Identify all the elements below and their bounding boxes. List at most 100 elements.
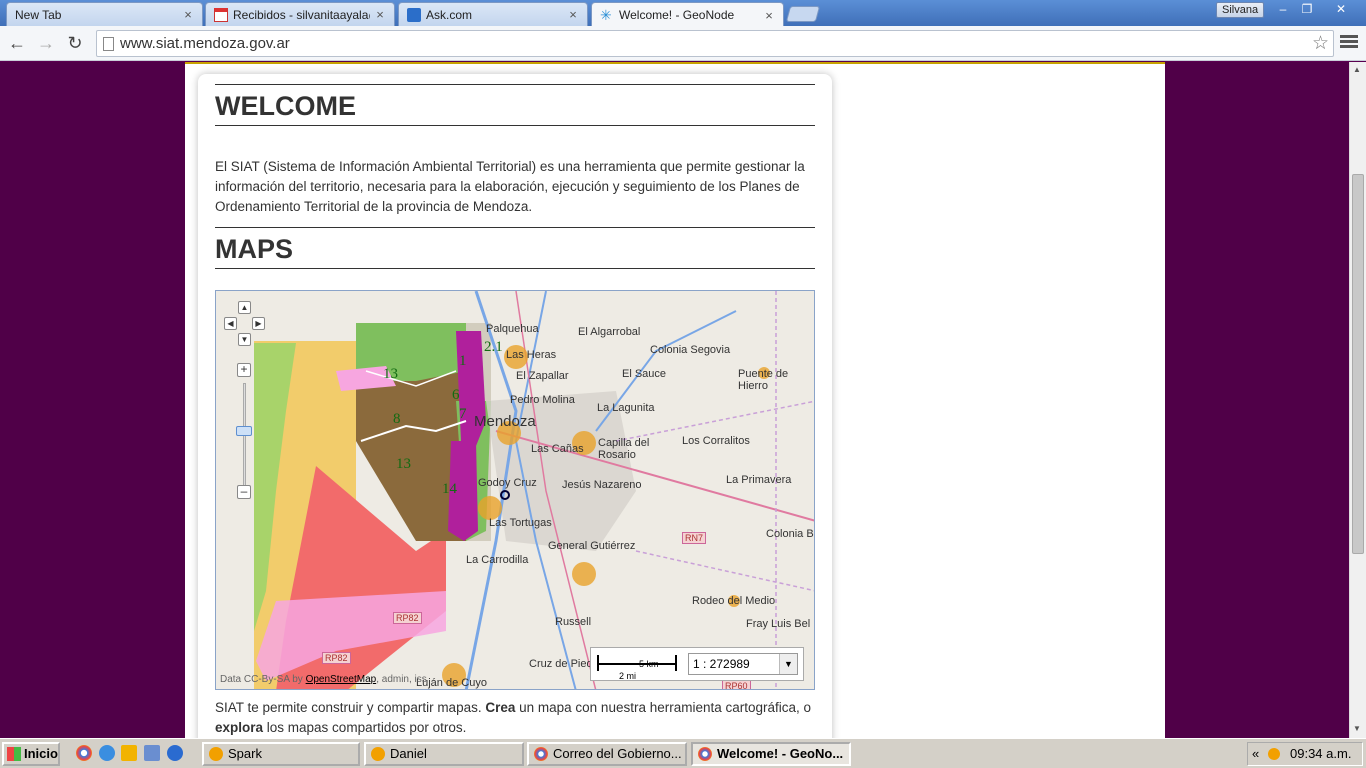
spark-icon	[371, 747, 385, 761]
restore-button[interactable]: ❐	[1294, 1, 1320, 17]
task-label: Daniel	[390, 746, 427, 761]
map-place-label: Jesús Nazareno	[562, 479, 642, 491]
map-zone-label: 1	[459, 353, 467, 369]
map-place-label: La Carrodilla	[466, 554, 529, 566]
map-zone-label: 7	[459, 406, 467, 422]
forward-button[interactable]: →	[34, 32, 58, 54]
taskbar-item-correo[interactable]: Correo del Gobierno...	[527, 742, 687, 766]
pan-down-button[interactable]: ▼	[238, 333, 251, 346]
close-tab-icon[interactable]: ×	[763, 8, 775, 23]
reload-button[interactable]: ↻	[63, 32, 87, 54]
chevron-down-icon[interactable]: ▼	[779, 654, 797, 674]
back-button[interactable]: ←	[5, 32, 29, 54]
close-tab-icon[interactable]: ×	[182, 7, 194, 22]
map-place-label: El Algarrobal	[578, 326, 641, 338]
browser-toolbar: ← → ↻ www.siat.mendoza.gov.ar ☆	[0, 26, 1366, 61]
map-place-label: Palquehua	[486, 323, 539, 335]
page-scrollbar[interactable]: ▲ ▼	[1349, 62, 1366, 738]
maps-heading: MAPS	[215, 227, 815, 269]
scale-select[interactable]: 1 : 272989 ▼	[688, 653, 798, 675]
osm-link[interactable]: OpenStreetMap	[306, 674, 377, 685]
map-place-label: Capilla del Rosario	[598, 437, 650, 461]
pan-right-button[interactable]: ▶	[252, 317, 265, 330]
map-zone-label: 6	[452, 387, 460, 403]
chrome-icon	[534, 747, 548, 761]
bookmark-star-icon[interactable]: ☆	[1312, 32, 1329, 55]
explore-link[interactable]: explora	[215, 720, 263, 735]
map-place-label: El Zapallar	[516, 370, 569, 382]
scroll-down-icon[interactable]: ▼	[1353, 724, 1361, 733]
taskbar-item-geonode[interactable]: Welcome! - GeoNo...	[691, 742, 851, 766]
windows-taskbar: Inicio Spark Daniel Correo del Gobierno.…	[0, 738, 1366, 768]
user-profile-button[interactable]: Silvana	[1216, 2, 1265, 18]
zoom-slider-track[interactable]	[243, 383, 246, 491]
outlook-quicklaunch-icon[interactable]	[121, 745, 137, 761]
scale-bar: 5 km 2 mi	[597, 655, 677, 681]
map-place-label: Mendoza	[474, 413, 536, 430]
map-place-label: Cruz de Pied	[529, 658, 593, 670]
spark-icon	[209, 747, 223, 761]
ie-quicklaunch-icon[interactable]	[99, 745, 115, 761]
task-label: Spark	[228, 746, 262, 761]
close-tab-icon[interactable]: ×	[567, 7, 579, 22]
chrome-quicklaunch-icon[interactable]	[76, 745, 92, 761]
map-zone-label: 2.1	[484, 339, 503, 355]
tab-geonode[interactable]: ✳ Welcome! - GeoNode ×	[591, 2, 784, 27]
map-zone-label: 13	[396, 456, 411, 472]
close-window-button[interactable]: ✕	[1328, 1, 1354, 17]
map-viewer[interactable]: Palquehua Las Heras El Algarrobal Coloni…	[215, 290, 815, 690]
desktop-quicklaunch-icon[interactable]	[144, 745, 160, 761]
zoom-out-button[interactable]: –	[237, 485, 251, 499]
scale-mi-label: 2 mi	[619, 671, 637, 681]
scrollbar-thumb[interactable]	[1352, 174, 1364, 554]
page-viewport: WELCOME El SIAT (Sistema de Información …	[0, 62, 1349, 738]
new-tab-button[interactable]	[785, 6, 821, 22]
browser-tabstrip: New Tab × Recibidos - silvanitaayala@g ×…	[0, 0, 1366, 27]
map-road-label: RP82	[322, 652, 351, 664]
chrome-icon	[698, 747, 712, 761]
welcome-heading: WELCOME	[215, 84, 815, 126]
tab-title: Welcome! - GeoNode	[619, 8, 735, 22]
page-container: WELCOME El SIAT (Sistema de Información …	[185, 62, 1165, 738]
map-place-label: Colonia B	[766, 528, 814, 540]
pan-left-button[interactable]: ◀	[224, 317, 237, 330]
minimize-button[interactable]: –	[1270, 1, 1296, 17]
geonode-icon: ✳	[600, 7, 612, 23]
scale-ratio: 1 : 272989	[693, 657, 750, 671]
create-link[interactable]: Crea	[485, 700, 515, 715]
tab-ask[interactable]: Ask.com ×	[398, 2, 588, 26]
tray-expand-icon[interactable]: «	[1252, 743, 1259, 765]
zoom-in-button[interactable]: +	[237, 363, 251, 377]
spark-tray-icon[interactable]	[1268, 748, 1280, 760]
gmail-icon	[214, 7, 228, 22]
task-label: Correo del Gobierno...	[553, 746, 682, 761]
tab-gmail[interactable]: Recibidos - silvanitaayala@g ×	[205, 2, 395, 26]
tab-new-tab[interactable]: New Tab ×	[6, 2, 203, 26]
map-place-label: Colonia Segovia	[650, 344, 731, 356]
zoom-slider-handle[interactable]	[236, 426, 252, 436]
taskbar-item-daniel[interactable]: Daniel	[364, 742, 524, 766]
map-road-label: RN7	[682, 532, 707, 544]
chrome-menu-icon[interactable]	[1340, 33, 1358, 53]
map-place-label: Las Cañas	[531, 443, 584, 455]
attribution-prefix: Data CC-By-SA by	[220, 674, 306, 685]
pan-up-button[interactable]: ▲	[238, 301, 251, 314]
map-place-label: Las Tortugas	[489, 517, 552, 529]
map-place-label: Godoy Cruz	[478, 477, 537, 489]
tab-title: Ask.com	[426, 7, 473, 22]
attribution-suffix: , admin, iss	[376, 674, 427, 685]
start-button[interactable]: Inicio	[2, 742, 60, 766]
map-place-label: La Lagunita	[597, 402, 655, 414]
page-icon	[103, 37, 114, 51]
close-tab-icon[interactable]: ×	[374, 7, 386, 22]
address-bar[interactable]: www.siat.mendoza.gov.ar ☆	[96, 30, 1334, 57]
media-player-quicklaunch-icon[interactable]	[167, 745, 183, 761]
scroll-up-icon[interactable]: ▲	[1353, 65, 1361, 74]
task-label: Welcome! - GeoNo...	[717, 746, 844, 761]
scale-control: 5 km 2 mi 1 : 272989 ▼	[590, 647, 804, 681]
map-place-label: Los Corralitos	[682, 435, 750, 447]
map-place-label: El Sauce	[622, 368, 667, 380]
map-place-label: La Primavera	[726, 474, 792, 486]
taskbar-item-spark[interactable]: Spark	[202, 742, 360, 766]
map-zone-label: 8	[393, 411, 401, 427]
